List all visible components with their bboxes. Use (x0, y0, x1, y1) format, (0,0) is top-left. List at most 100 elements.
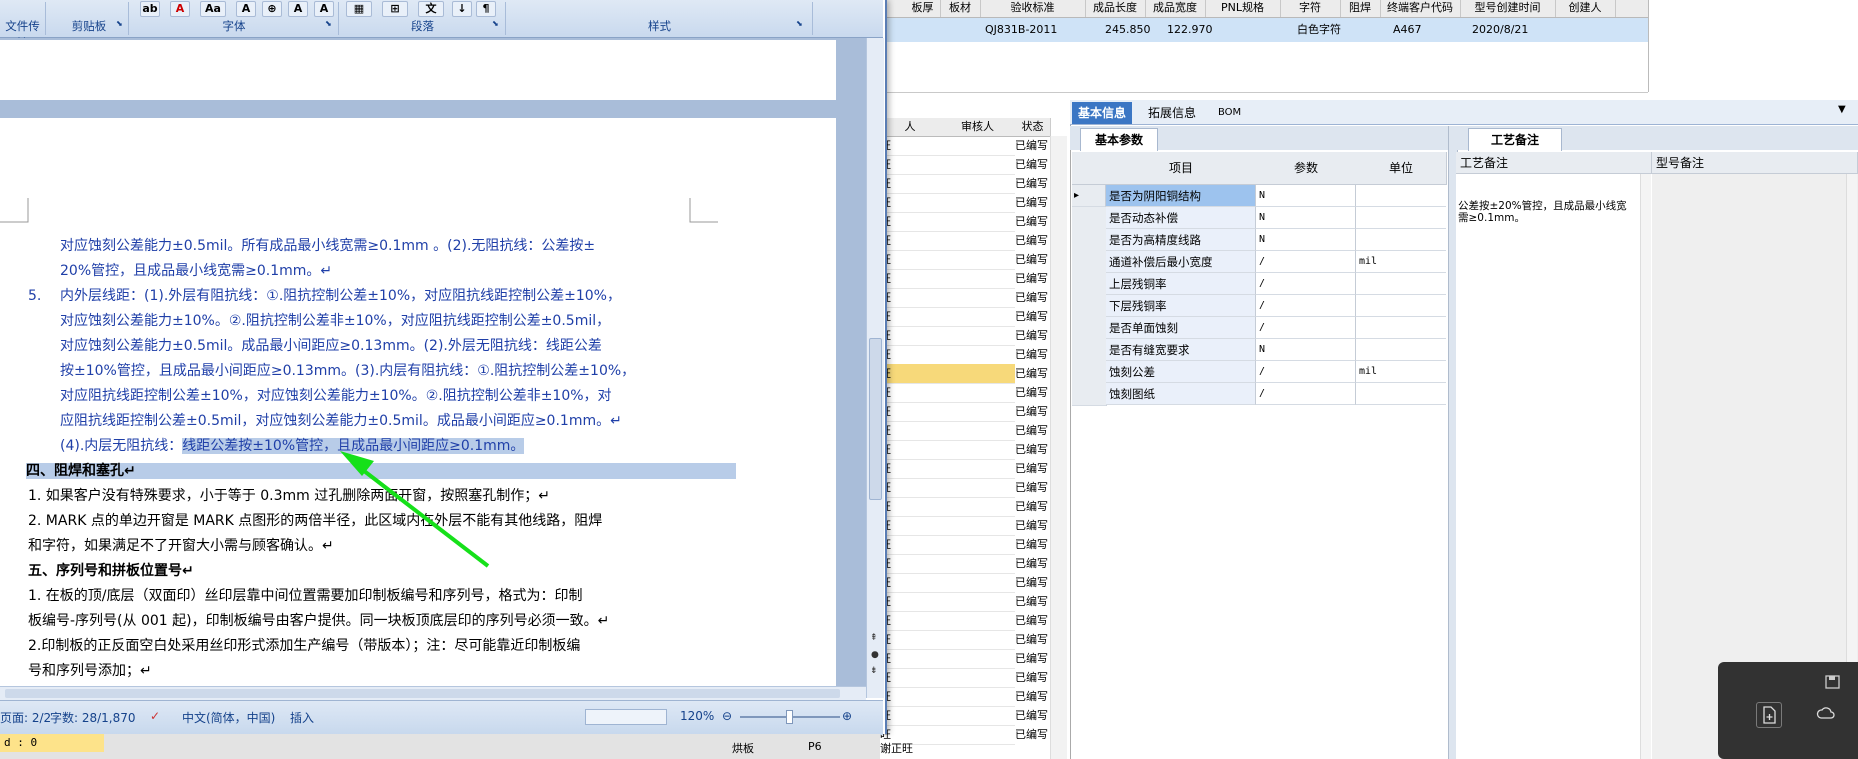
erp-selected-row[interactable]: QJ831B-2011 245.850 122.970 白色字符 A467 20… (880, 18, 1648, 42)
list-row[interactable]: 旺 (880, 250, 1015, 270)
chinese-layout-icon[interactable]: 文 (418, 1, 444, 17)
param-header-item[interactable]: 项目 (1106, 152, 1257, 185)
param-row[interactable]: 上层残铜率 / (1072, 273, 1446, 296)
list-row[interactable]: 旺 (880, 440, 1015, 460)
change-case-icon[interactable]: Aa (200, 1, 226, 17)
tab-process-notes[interactable]: 工艺备注 (1468, 128, 1563, 151)
param-row[interactable]: 蚀刻公差 / mil (1072, 361, 1446, 384)
list-row[interactable]: 旺 (880, 345, 1015, 365)
list-row[interactable]: 旺 (880, 592, 1015, 612)
row-indicator[interactable] (1072, 251, 1107, 274)
tab-basic-params[interactable]: 基本参数 (1080, 128, 1159, 151)
list-row[interactable]: 旺 (880, 269, 1015, 289)
shading-icon[interactable]: ▦ (346, 1, 372, 17)
list-row[interactable]: 旺 (880, 212, 1015, 232)
current-row-indicator-icon[interactable]: ▸ (1072, 185, 1106, 207)
col-header[interactable]: 验收标准 (980, 0, 1086, 17)
list-row[interactable]: 旺 (880, 136, 1015, 156)
param-row[interactable]: 是否为高精度线路 N (1072, 229, 1446, 252)
tab-bom[interactable]: BOM (1212, 102, 1247, 124)
list-row[interactable]: 旺 (880, 193, 1015, 213)
tabbar-dropdown-icon[interactable]: ▼ (1838, 104, 1846, 115)
list-header-reviewer[interactable]: 审核人 (940, 118, 1016, 137)
col-header[interactable]: 成品宽度 (1145, 0, 1206, 17)
list-row[interactable]: 旺 (880, 155, 1015, 175)
list-row[interactable]: 旺 (880, 687, 1015, 707)
status-language[interactable]: 中文(简体，中国) (182, 709, 275, 726)
status-page[interactable]: 页面: 2/2 (0, 709, 51, 726)
zoom-in-icon[interactable]: ⊕ (842, 709, 852, 723)
browse-object-icon[interactable]: ● (871, 650, 879, 660)
list-row[interactable]: 旺 (880, 478, 1015, 498)
sort-icon[interactable]: ↓ (452, 1, 472, 17)
row-indicator[interactable] (1072, 383, 1107, 406)
row-indicator[interactable] (1072, 361, 1107, 384)
col-header[interactable]: 字符 (1280, 0, 1341, 17)
char-shading-icon[interactable]: A (236, 1, 256, 17)
param-value[interactable]: / (1256, 383, 1356, 405)
list-row[interactable]: 旺 (880, 516, 1015, 536)
col-header[interactable]: 板材 (940, 0, 981, 17)
col-header[interactable]: 终端客户代码 (1380, 0, 1461, 17)
list-row[interactable]: 旺 (880, 706, 1015, 726)
param-value[interactable]: / (1256, 273, 1356, 295)
next-page-icon[interactable]: ⇟ (870, 666, 878, 676)
notes-scrollbar[interactable] (1640, 174, 1651, 759)
param-value[interactable]: N (1256, 229, 1356, 251)
document-vertical-scrollbar[interactable]: ⇞ ● ⇟ (866, 38, 884, 698)
process-notes-field[interactable]: 公差按±20%管控，且成品最小线宽需≥0.1mm。 (1456, 174, 1653, 759)
save-icon[interactable] (1823, 672, 1847, 696)
row-indicator[interactable] (1072, 207, 1107, 230)
list-row[interactable]: 旺 (880, 668, 1015, 688)
list-row[interactable]: 旺 (880, 649, 1015, 669)
row-indicator[interactable] (1072, 339, 1107, 362)
view-buttons[interactable] (585, 709, 667, 725)
row-indicator[interactable] (1072, 317, 1107, 340)
list-row[interactable]: 旺 (880, 383, 1015, 403)
show-marks-icon[interactable]: ¶ (476, 1, 496, 17)
param-header-unit[interactable]: 单位 (1356, 152, 1447, 185)
list-row[interactable]: 旺 (880, 421, 1015, 441)
list-row[interactable]: 旺 (880, 402, 1015, 422)
prev-page-icon[interactable]: ⇞ (870, 633, 878, 643)
new-file-icon[interactable] (1756, 702, 1782, 728)
status-insert-mode[interactable]: 插入 (290, 709, 314, 726)
shrink-font-icon[interactable]: A (314, 1, 334, 17)
param-value[interactable]: / (1256, 317, 1356, 339)
col-header[interactable]: 成品长度 (1085, 0, 1146, 17)
list-row[interactable]: 旺 (880, 364, 1015, 384)
styles-launcher-icon[interactable]: ⬊ (796, 19, 803, 28)
param-value[interactable]: N (1256, 339, 1356, 361)
param-row[interactable]: 蚀刻图纸 / (1072, 383, 1446, 406)
grow-font-icon[interactable]: A (288, 1, 308, 17)
status-word-count[interactable]: 字数: 28/1,870 (50, 709, 136, 726)
list-header-status[interactable]: 状态 (1015, 118, 1051, 137)
row-indicator[interactable] (1072, 273, 1107, 296)
row-indicator[interactable] (1072, 229, 1107, 252)
list-scrollbar[interactable] (1050, 136, 1067, 759)
list-row[interactable]: 旺 (880, 554, 1015, 574)
list-header-person[interactable]: 人 (880, 118, 941, 137)
list-row[interactable]: 旺 (880, 307, 1015, 327)
list-row[interactable]: 旺 (880, 611, 1015, 631)
list-row[interactable]: 旺 (880, 630, 1015, 650)
param-row[interactable]: 是否动态补偿 N (1072, 207, 1446, 230)
param-row[interactable]: 是否有缝宽要求 N (1072, 339, 1446, 362)
tab-extended-info[interactable]: 拓展信息 (1142, 102, 1202, 124)
param-header-param[interactable]: 参数 (1256, 152, 1357, 185)
status-zoom[interactable]: 120% (680, 709, 714, 723)
list-row[interactable]: 旺 (880, 573, 1015, 593)
clipboard-launcher-icon[interactable]: ⬊ (116, 19, 123, 28)
param-value[interactable]: / (1256, 251, 1356, 273)
param-row[interactable]: 下层残铜率 / (1072, 295, 1446, 318)
list-row[interactable]: 旺 (880, 459, 1015, 479)
list-row[interactable]: 旺 (880, 231, 1015, 251)
param-row[interactable]: 是否单面蚀刻 / (1072, 317, 1446, 340)
col-header[interactable]: PNL规格 (1205, 0, 1281, 17)
zoom-slider-thumb[interactable] (786, 710, 793, 724)
document-page-2[interactable]: 对应蚀刻公差能力±0.5mil。所有成品最小线宽需≥0.1mm 。(2).无阻抗… (0, 118, 836, 698)
row-indicator[interactable] (1072, 295, 1107, 318)
text-highlight-icon[interactable]: ab (140, 1, 160, 17)
col-header[interactable]: 阻焊 (1340, 0, 1381, 17)
cloud-sync-icon[interactable] (1814, 702, 1838, 726)
